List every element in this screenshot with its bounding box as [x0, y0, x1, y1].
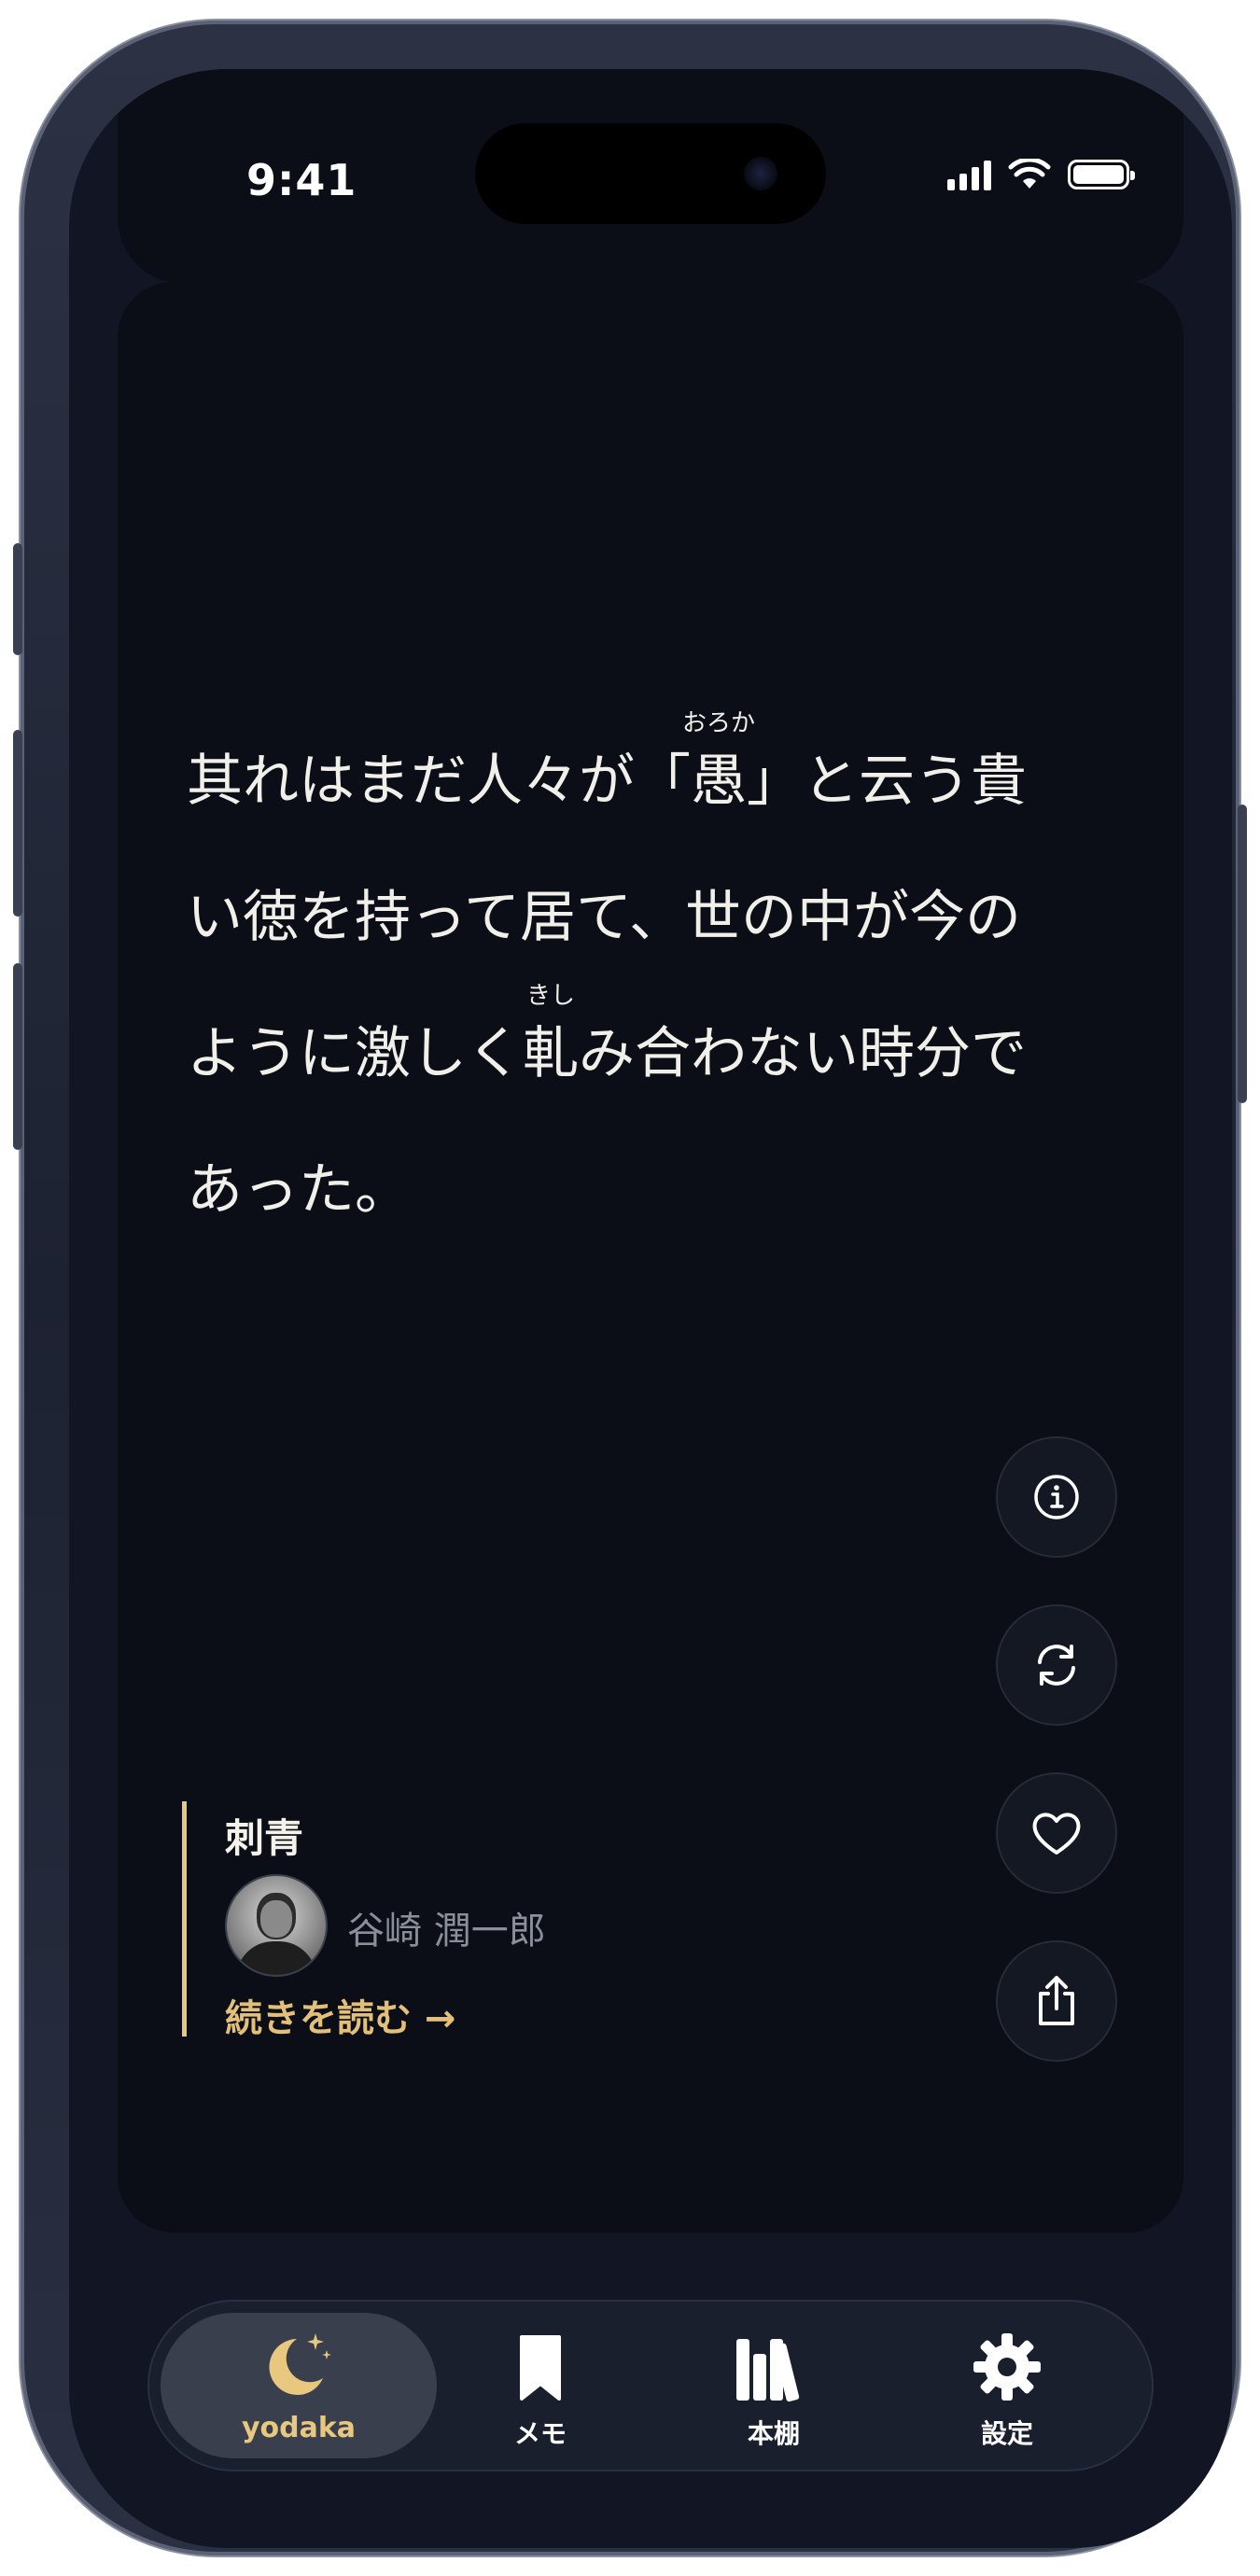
share-icon — [1039, 1976, 1074, 2025]
author-name: 谷崎 潤一郎 — [347, 1910, 546, 1953]
power-button — [1238, 805, 1247, 1103]
info-button[interactable] — [996, 1436, 1117, 1558]
tab-label: yodaka — [241, 2412, 357, 2444]
read-more-link[interactable]: 続きを読む → — [225, 1988, 455, 2042]
cellular-signal-icon — [947, 159, 991, 190]
volume-down-button — [13, 963, 22, 1150]
book-info: 刺青 谷崎 潤一郎 続きを読む → — [182, 1801, 649, 2040]
screen: 9:41 其れはまだ人々が「 おろか 愚」と云う貴 い徳を持って居て、世の中が今… — [69, 69, 1232, 2548]
tab-memo[interactable]: メモ — [424, 2302, 657, 2470]
heart-icon — [1032, 1813, 1081, 1855]
favorite-button[interactable] — [996, 1772, 1117, 1894]
share-button[interactable] — [996, 1940, 1117, 2062]
passage-line: い徳を持って居て、世の中が今の — [187, 885, 1021, 950]
ruby: きし軋 — [523, 982, 579, 1086]
passage-line: あった。 — [187, 1157, 411, 1223]
action-button — [13, 543, 22, 655]
tab-label: メモ — [513, 2418, 567, 2449]
bookshelf-icon — [736, 2339, 800, 2402]
refresh-button[interactable] — [996, 1604, 1117, 1726]
passage-line: 其れはまだ人々が「 おろか 愚」と云う貴 — [187, 709, 1148, 849]
camera-icon — [744, 157, 777, 190]
bookmark-icon — [520, 2335, 561, 2401]
tab-label: 本棚 — [747, 2418, 800, 2449]
tab-yodaka[interactable]: yodaka — [161, 2313, 437, 2458]
moon-sparkle-icon — [269, 2333, 331, 2395]
tab-bar: yodaka メモ 本棚 設定 — [147, 2300, 1154, 2471]
passage-line: ように激しく きし 軋み合わない時分で — [187, 982, 1148, 1122]
battery-icon — [1068, 160, 1135, 189]
tab-bookshelf[interactable]: 本棚 — [657, 2302, 890, 2470]
status-time: 9:41 — [246, 155, 357, 205]
gear-icon — [973, 2333, 1041, 2401]
status-icons — [947, 159, 1135, 190]
ruby: おろか愚 — [681, 709, 756, 814]
wifi-icon — [1008, 159, 1051, 189]
dynamic-island — [475, 123, 826, 224]
refresh-icon — [1038, 1645, 1075, 1686]
info-icon — [1034, 1475, 1079, 1519]
phone-frame: 9:41 其れはまだ人々が「 おろか 愚」と云う貴 い徳を持って居て、世の中が今… — [13, 21, 1247, 2555]
volume-up-button — [13, 730, 22, 917]
author-avatar — [225, 1874, 328, 1977]
book-title: 刺青 — [225, 1815, 304, 1861]
status-bar: 9:41 — [118, 69, 1183, 284]
passage-text: 其れはまだ人々が「 おろか 愚」と云う貴 い徳を持って居て、世の中が今の ように激し… — [187, 709, 1148, 1258]
tab-settings[interactable]: 設定 — [890, 2302, 1124, 2470]
tab-label: 設定 — [980, 2418, 1033, 2449]
